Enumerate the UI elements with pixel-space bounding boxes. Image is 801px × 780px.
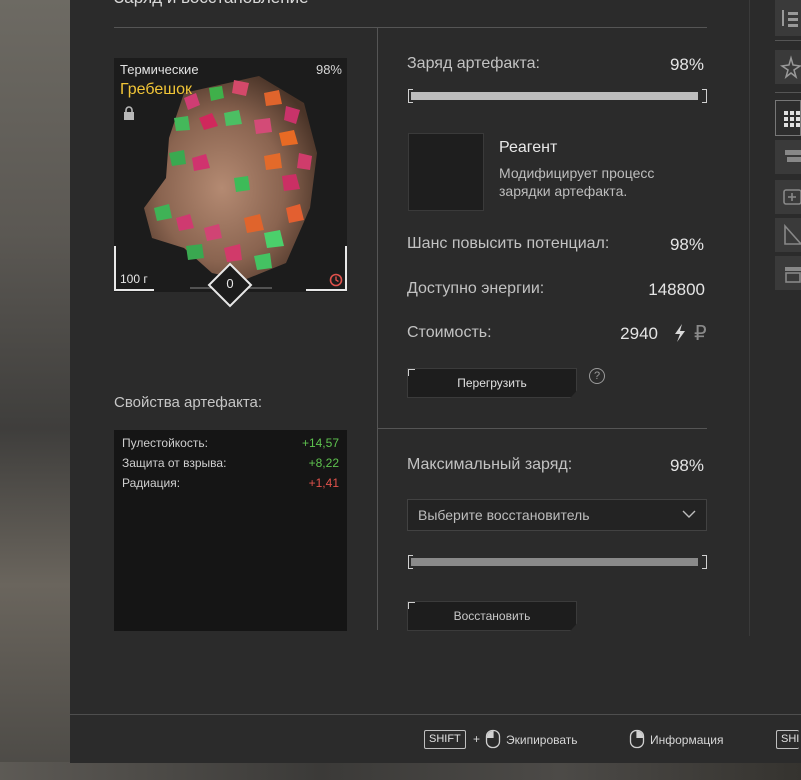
artifact-level: 0 [226, 276, 234, 291]
mouse-icon [485, 729, 501, 749]
cost-label: Стоимость: [407, 324, 492, 341]
property-name: Защита от взрыва: [122, 456, 227, 470]
reagent-title: Реагент [499, 139, 558, 156]
lightning-icon [675, 324, 685, 342]
background-bottom [0, 762, 801, 780]
restore-progress-bar [408, 555, 707, 569]
property-row: Пулестойкость: +14,57 [122, 436, 339, 456]
property-value: +1,41 [308, 476, 339, 490]
restorer-select-placeholder: Выберите восстановитель [418, 507, 590, 523]
property-name: Радиация: [122, 476, 181, 490]
properties-list: Пулестойкость: +14,57 Защита от взрыва: … [114, 430, 347, 631]
column-divider [377, 27, 378, 630]
medkit-icon [783, 189, 801, 205]
bar-bracket-right [702, 89, 707, 103]
title-divider [114, 27, 707, 28]
energy-value: 148800 [648, 280, 705, 299]
sidebar-mid-divider [775, 92, 801, 93]
artifact-card[interactable]: Термические 98% Гребешок 100 г [114, 58, 347, 292]
bar-bracket-right [702, 555, 707, 569]
energy-label: Доступно энергии: [407, 280, 545, 297]
max-charge-value: 98% [669, 456, 704, 475]
artifact-level-badge: 0 [207, 262, 253, 308]
max-charge-label: Максимальный заряд: [407, 456, 573, 473]
chance-value: 98% [669, 235, 704, 254]
section-divider [377, 428, 707, 429]
artifact-name: Гребешок [120, 81, 192, 98]
charge-progress-bar [408, 89, 707, 103]
charge-value: 98% [669, 55, 704, 74]
panel-title: Заряд и восстановление [114, 0, 309, 8]
overload-button[interactable]: Перегрузить [407, 368, 577, 398]
property-row: Радиация: +1,41 [122, 476, 339, 496]
sidebar-weapon-button[interactable] [775, 140, 801, 174]
sidebar-sort-button[interactable] [775, 0, 801, 36]
charge-progress-fill [411, 92, 698, 100]
sidebar-tools-button[interactable] [775, 218, 801, 252]
sidebar-top-divider [775, 40, 801, 41]
charge-label: Заряд артефакта: [407, 55, 540, 72]
property-value: +14,57 [301, 436, 339, 450]
artifact-charge-label: 98% [315, 62, 342, 77]
reagent-description: Модифицирует процесс зарядки артефакта. [499, 165, 655, 199]
reagent-slot[interactable] [408, 133, 484, 211]
sidebar-divider [749, 0, 750, 636]
background-left [0, 0, 70, 780]
timer-icon [329, 273, 343, 287]
sidebar-grid-button[interactable] [775, 100, 801, 136]
artifact-weight: 100 г [120, 272, 148, 286]
shift-key-2: SHI [776, 730, 800, 749]
sidebar-container-button[interactable] [775, 256, 801, 290]
restorer-select[interactable]: Выберите восстановитель [407, 499, 707, 531]
artifact-type: Термические [120, 62, 199, 77]
help-icon[interactable]: ? [589, 368, 605, 384]
sort-icon [782, 10, 798, 27]
cost-value: 2940 [620, 324, 658, 343]
mouse-icon [629, 729, 645, 749]
ruble-icon: ₽ [694, 321, 707, 345]
chevron-down-icon [682, 510, 696, 518]
lock-icon [124, 106, 134, 120]
ruler-icon [784, 223, 801, 245]
plus-sign: + [473, 732, 481, 746]
property-value: +8,22 [308, 456, 339, 470]
box-icon [785, 267, 801, 283]
sidebar-medkit-button[interactable] [775, 180, 801, 214]
star-icon [779, 55, 801, 80]
shift-key: SHIFT [424, 730, 466, 749]
property-name: Пулестойкость: [122, 436, 208, 450]
restore-progress-fill [411, 558, 698, 566]
property-row: Защита от взрыва: +8,22 [122, 456, 339, 476]
grid-icon [784, 111, 800, 127]
restore-button[interactable]: Восстановить [407, 601, 577, 631]
sidebar-artifact-button[interactable] [775, 50, 801, 84]
info-hint: Информация [650, 733, 724, 747]
properties-title: Свойства артефакта: [114, 394, 263, 411]
chance-label: Шанс повысить потенциал: [407, 235, 610, 252]
equip-hint: Экипировать [506, 733, 578, 747]
weapon-icon [785, 150, 801, 162]
